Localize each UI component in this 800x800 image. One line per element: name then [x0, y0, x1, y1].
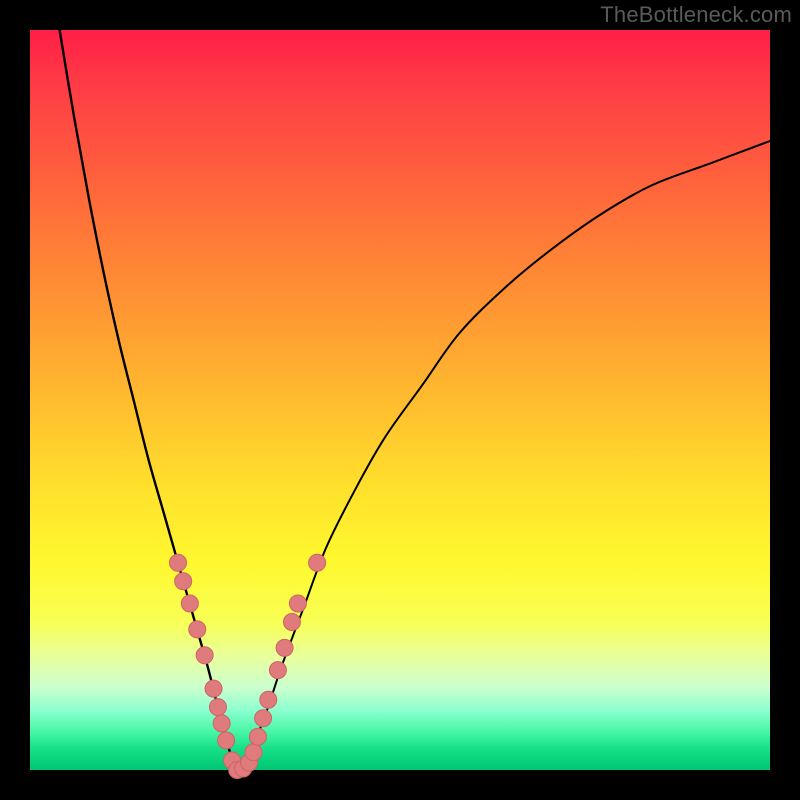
data-marker: [181, 595, 198, 612]
data-marker: [196, 647, 213, 664]
marker-layer: [170, 554, 326, 778]
plot-area: [30, 30, 770, 770]
data-marker: [170, 554, 187, 571]
data-marker: [175, 573, 192, 590]
data-marker: [269, 662, 286, 679]
data-marker: [209, 699, 226, 716]
data-marker: [245, 744, 262, 761]
data-marker: [309, 554, 326, 571]
chart-frame: TheBottleneck.com: [0, 0, 800, 800]
data-marker: [218, 732, 235, 749]
data-marker: [260, 691, 277, 708]
chart-svg: [30, 30, 770, 770]
data-marker: [276, 639, 293, 656]
watermark-text: TheBottleneck.com: [600, 2, 792, 28]
data-marker: [189, 621, 206, 638]
data-marker: [289, 595, 306, 612]
data-marker: [205, 680, 222, 697]
data-marker: [213, 715, 230, 732]
data-marker: [255, 710, 272, 727]
curve-layer: [60, 30, 770, 770]
data-marker: [283, 614, 300, 631]
right-branch-curve: [237, 141, 770, 770]
data-marker: [249, 728, 266, 745]
